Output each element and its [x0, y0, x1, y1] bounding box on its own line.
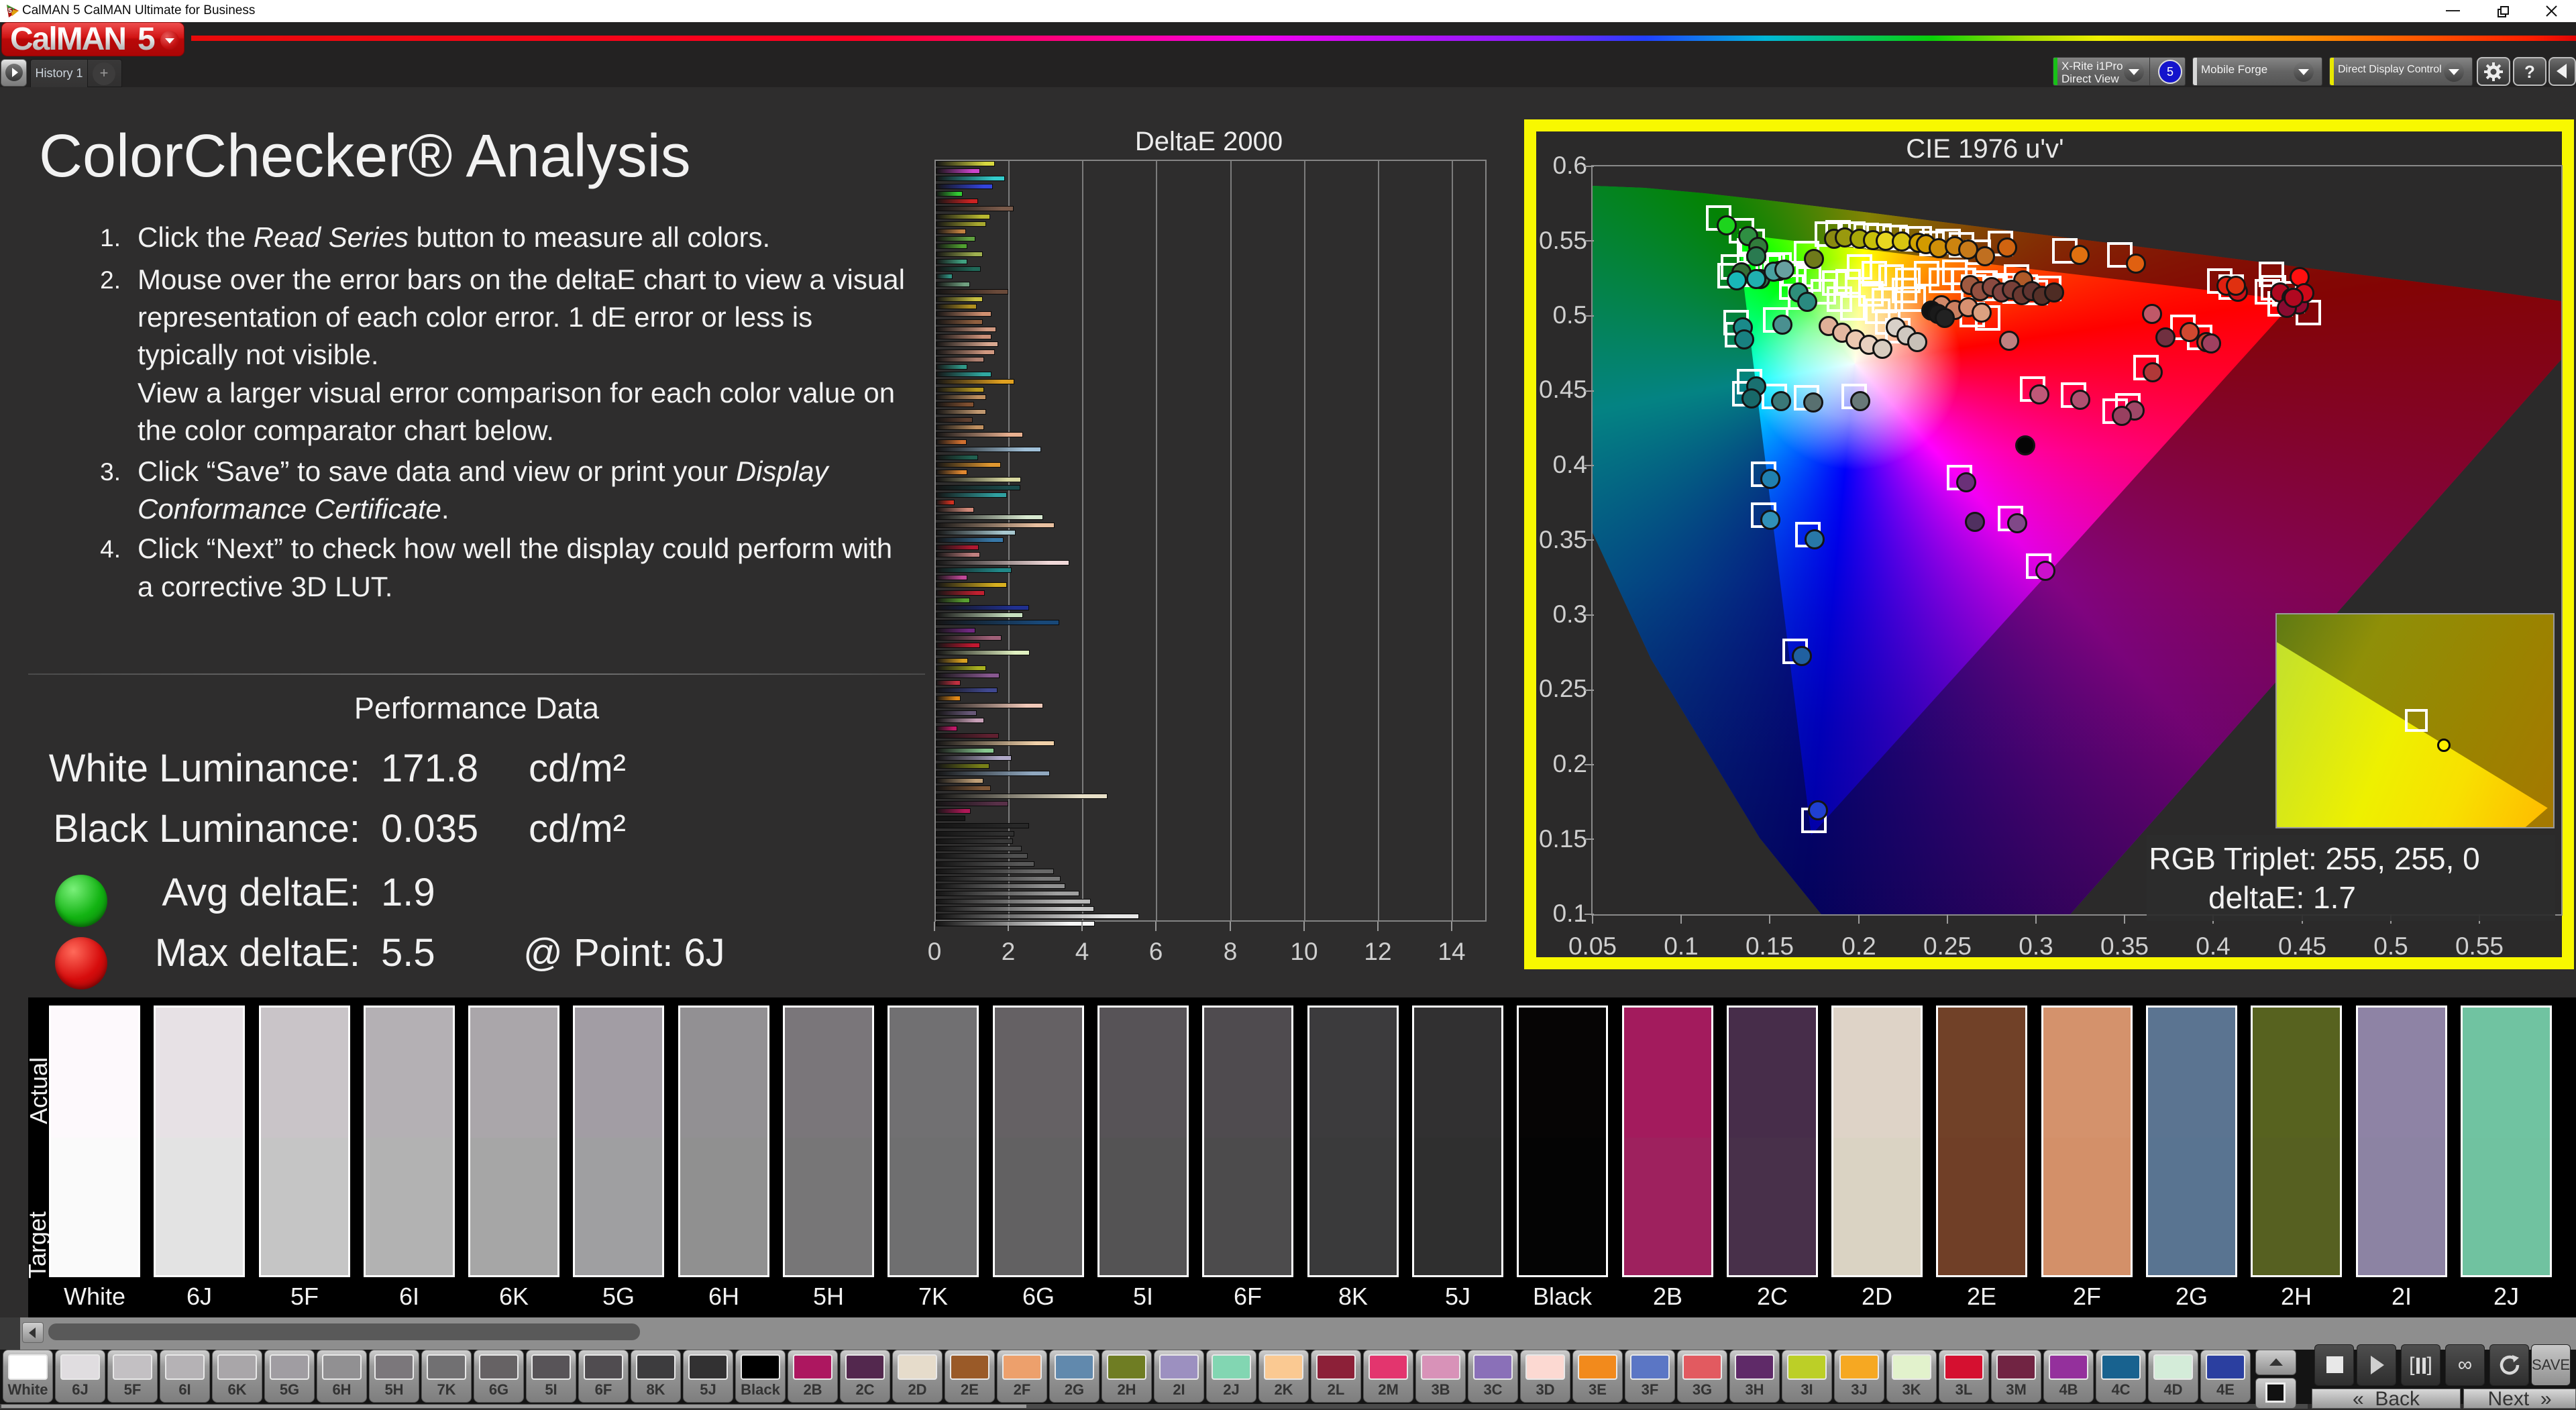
svg-text:5: 5: [8, 7, 12, 15]
